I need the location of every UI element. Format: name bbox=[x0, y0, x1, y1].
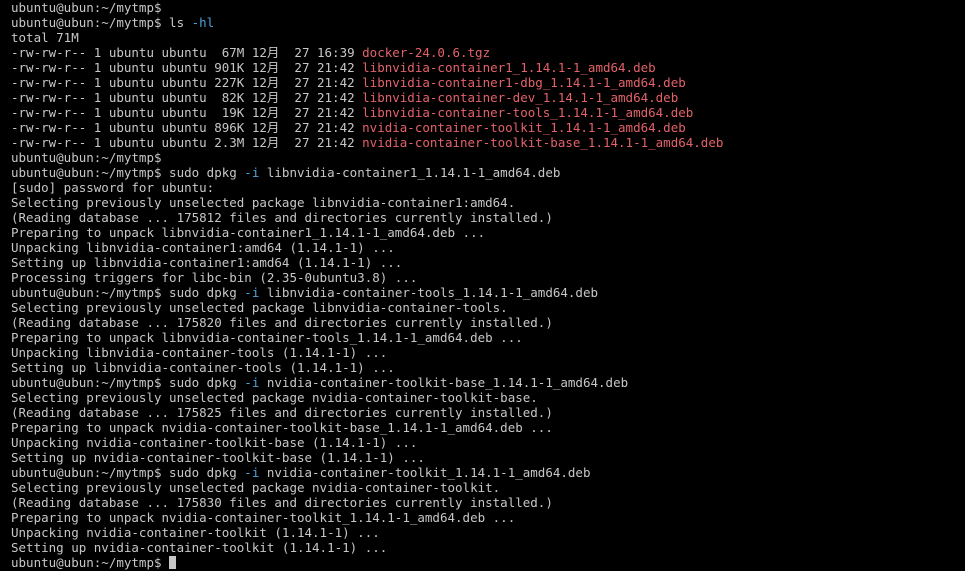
terminal-text: -rw-rw-r-- 1 ubuntu ubuntu 82K 12月 27 21… bbox=[11, 90, 363, 105]
file-name: libnvidia-container1_1.14.1-1_amd64.deb bbox=[362, 60, 656, 75]
terminal-line: total 71M bbox=[11, 30, 965, 45]
file-name: libnvidia-container1-dbg_1.14.1-1_amd64.… bbox=[362, 75, 686, 90]
terminal-line: -rw-rw-r-- 1 ubuntu ubuntu 896K 12月 27 2… bbox=[11, 120, 965, 135]
file-name: libnvidia-container-dev_1.14.1-1_amd64.d… bbox=[362, 90, 679, 105]
terminal-text: ubuntu@ubun:~/mytmp$ sudo dpkg bbox=[11, 285, 245, 300]
terminal-text: Processing triggers for libc-bin (2.35-0… bbox=[11, 270, 418, 285]
command-flag: -i bbox=[244, 375, 260, 390]
terminal-line: Preparing to unpack libnvidia-container-… bbox=[11, 330, 965, 345]
terminal-text: total 71M bbox=[11, 30, 79, 45]
terminal-text: (Reading database ... 175830 files and d… bbox=[11, 495, 553, 510]
terminal-text: ubuntu@ubun:~/mytmp$ bbox=[11, 150, 162, 165]
terminal-line: Unpacking libnvidia-container-tools (1.1… bbox=[11, 345, 965, 360]
terminal-line: -rw-rw-r-- 1 ubuntu ubuntu 2.3M 12月 27 2… bbox=[11, 135, 965, 150]
terminal-text: (Reading database ... 175812 files and d… bbox=[11, 210, 553, 225]
terminal-text: -rw-rw-r-- 1 ubuntu ubuntu 67M 12月 27 16… bbox=[11, 45, 363, 60]
terminal-line: ubuntu@ubun:~/mytmp$ sudo dpkg -i nvidia… bbox=[11, 465, 965, 480]
terminal-line: Unpacking nvidia-container-toolkit (1.14… bbox=[11, 525, 965, 540]
command-flag: -i bbox=[244, 465, 260, 480]
terminal-text: (Reading database ... 175825 files and d… bbox=[11, 405, 553, 420]
terminal-text: -rw-rw-r-- 1 ubuntu ubuntu 896K 12月 27 2… bbox=[11, 120, 363, 135]
terminal-line: Processing triggers for libc-bin (2.35-0… bbox=[11, 270, 965, 285]
terminal-line: (Reading database ... 175820 files and d… bbox=[11, 315, 965, 330]
file-name: docker-24.0.6.tgz bbox=[362, 45, 491, 60]
terminal-text: Preparing to unpack nvidia-container-too… bbox=[11, 510, 516, 525]
command-flag: -hl bbox=[191, 15, 215, 30]
terminal-text: (Reading database ... 175820 files and d… bbox=[11, 315, 553, 330]
terminal-line: Setting up nvidia-container-toolkit-base… bbox=[11, 450, 965, 465]
command-flag: -i bbox=[244, 285, 260, 300]
command-flag: -i bbox=[244, 165, 260, 180]
terminal-line: (Reading database ... 175812 files and d… bbox=[11, 210, 965, 225]
terminal-text: Selecting previously unselected package … bbox=[11, 195, 516, 210]
file-name: nvidia-container-toolkit-base_1.14.1-1_a… bbox=[362, 135, 724, 150]
terminal-line: ubuntu@ubun:~/mytmp$ sudo dpkg -i libnvi… bbox=[11, 165, 965, 180]
terminal-line: (Reading database ... 175825 files and d… bbox=[11, 405, 965, 420]
terminal-text: Preparing to unpack libnvidia-container1… bbox=[11, 225, 486, 240]
terminal-line: Setting up libnvidia-container-tools (1.… bbox=[11, 360, 965, 375]
terminal-text: ubuntu@ubun:~/mytmp$ sudo dpkg bbox=[11, 465, 245, 480]
terminal-line: ubuntu@ubun:~/mytmp$ bbox=[11, 0, 965, 15]
terminal-line: Selecting previously unselected package … bbox=[11, 480, 965, 495]
terminal-line: Selecting previously unselected package … bbox=[11, 195, 965, 210]
terminal-text: ubuntu@ubun:~/mytmp$ bbox=[11, 555, 170, 570]
terminal-text: Preparing to unpack libnvidia-container-… bbox=[11, 330, 523, 345]
terminal-line: Preparing to unpack libnvidia-container1… bbox=[11, 225, 965, 240]
terminal-text: Setting up nvidia-container-toolkit-base… bbox=[11, 450, 425, 465]
file-name: nvidia-container-toolkit_1.14.1-1_amd64.… bbox=[362, 120, 686, 135]
terminal-text: Selecting previously unselected package … bbox=[11, 300, 508, 315]
terminal-line: Setting up nvidia-container-toolkit (1.1… bbox=[11, 540, 965, 555]
terminal-text: ubuntu@ubun:~/mytmp$ bbox=[11, 0, 162, 15]
terminal-line: ubuntu@ubun:~/mytmp$ bbox=[11, 150, 965, 165]
terminal-line: Selecting previously unselected package … bbox=[11, 300, 965, 315]
terminal-line: ubuntu@ubun:~/mytmp$ sudo dpkg -i libnvi… bbox=[11, 285, 965, 300]
terminal-text: Setting up libnvidia-container1:amd64 (1… bbox=[11, 255, 403, 270]
terminal-text: Setting up libnvidia-container-tools (1.… bbox=[11, 360, 395, 375]
terminal-text: nvidia-container-toolkit-base_1.14.1-1_a… bbox=[259, 375, 629, 390]
terminal-text: -rw-rw-r-- 1 ubuntu ubuntu 19K 12月 27 21… bbox=[11, 105, 363, 120]
terminal-line: Unpacking libnvidia-container1:amd64 (1.… bbox=[11, 240, 965, 255]
terminal-text: -rw-rw-r-- 1 ubuntu ubuntu 2.3M 12月 27 2… bbox=[11, 135, 363, 150]
terminal-line: Unpacking nvidia-container-toolkit-base … bbox=[11, 435, 965, 450]
terminal-text: Setting up nvidia-container-toolkit (1.1… bbox=[11, 540, 388, 555]
terminal-text: ubuntu@ubun:~/mytmp$ ls bbox=[11, 15, 192, 30]
terminal-text: -rw-rw-r-- 1 ubuntu ubuntu 227K 12月 27 2… bbox=[11, 75, 363, 90]
terminal-line: -rw-rw-r-- 1 ubuntu ubuntu 227K 12月 27 2… bbox=[11, 75, 965, 90]
terminal-text: ubuntu@ubun:~/mytmp$ sudo dpkg bbox=[11, 375, 245, 390]
terminal-text: Unpacking nvidia-container-toolkit-base … bbox=[11, 435, 418, 450]
terminal-text: Selecting previously unselected package … bbox=[11, 480, 501, 495]
terminal-text: nvidia-container-toolkit_1.14.1-1_amd64.… bbox=[259, 465, 591, 480]
terminal-line: Setting up libnvidia-container1:amd64 (1… bbox=[11, 255, 965, 270]
terminal-line: Preparing to unpack nvidia-container-too… bbox=[11, 420, 965, 435]
terminal-line: -rw-rw-r-- 1 ubuntu ubuntu 901K 12月 27 2… bbox=[11, 60, 965, 75]
terminal-text: [sudo] password for ubuntu: bbox=[11, 180, 215, 195]
terminal-line: Selecting previously unselected package … bbox=[11, 390, 965, 405]
terminal-line: -rw-rw-r-- 1 ubuntu ubuntu 67M 12月 27 16… bbox=[11, 45, 965, 60]
terminal-line: ubuntu@ubun:~/mytmp$ ls -hl bbox=[11, 15, 965, 30]
terminal-line: Preparing to unpack nvidia-container-too… bbox=[11, 510, 965, 525]
terminal-line: -rw-rw-r-- 1 ubuntu ubuntu 82K 12月 27 21… bbox=[11, 90, 965, 105]
terminal-text: Unpacking libnvidia-container1:amd64 (1.… bbox=[11, 240, 395, 255]
cursor-block bbox=[169, 556, 177, 569]
terminal-line: [sudo] password for ubuntu: bbox=[11, 180, 965, 195]
terminal-text: ubuntu@ubun:~/mytmp$ sudo dpkg bbox=[11, 165, 245, 180]
terminal-line: -rw-rw-r-- 1 ubuntu ubuntu 19K 12月 27 21… bbox=[11, 105, 965, 120]
terminal-line: (Reading database ... 175830 files and d… bbox=[11, 495, 965, 510]
terminal-text: libnvidia-container-tools_1.14.1-1_amd64… bbox=[259, 285, 599, 300]
terminal-text: Selecting previously unselected package … bbox=[11, 390, 538, 405]
terminal-output[interactable]: ubuntu@ubun:~/mytmp$ ubuntu@ubun:~/mytmp$… bbox=[0, 0, 965, 571]
terminal-text: Unpacking libnvidia-container-tools (1.1… bbox=[11, 345, 388, 360]
terminal-text: Preparing to unpack nvidia-container-too… bbox=[11, 420, 553, 435]
terminal-text: libnvidia-container1_1.14.1-1_amd64.deb bbox=[259, 165, 561, 180]
terminal-text: Unpacking nvidia-container-toolkit (1.14… bbox=[11, 525, 380, 540]
terminal-line: ubuntu@ubun:~/mytmp$ bbox=[11, 555, 965, 570]
terminal-text: -rw-rw-r-- 1 ubuntu ubuntu 901K 12月 27 2… bbox=[11, 60, 363, 75]
terminal-line: ubuntu@ubun:~/mytmp$ sudo dpkg -i nvidia… bbox=[11, 375, 965, 390]
file-name: libnvidia-container-tools_1.14.1-1_amd64… bbox=[362, 105, 694, 120]
